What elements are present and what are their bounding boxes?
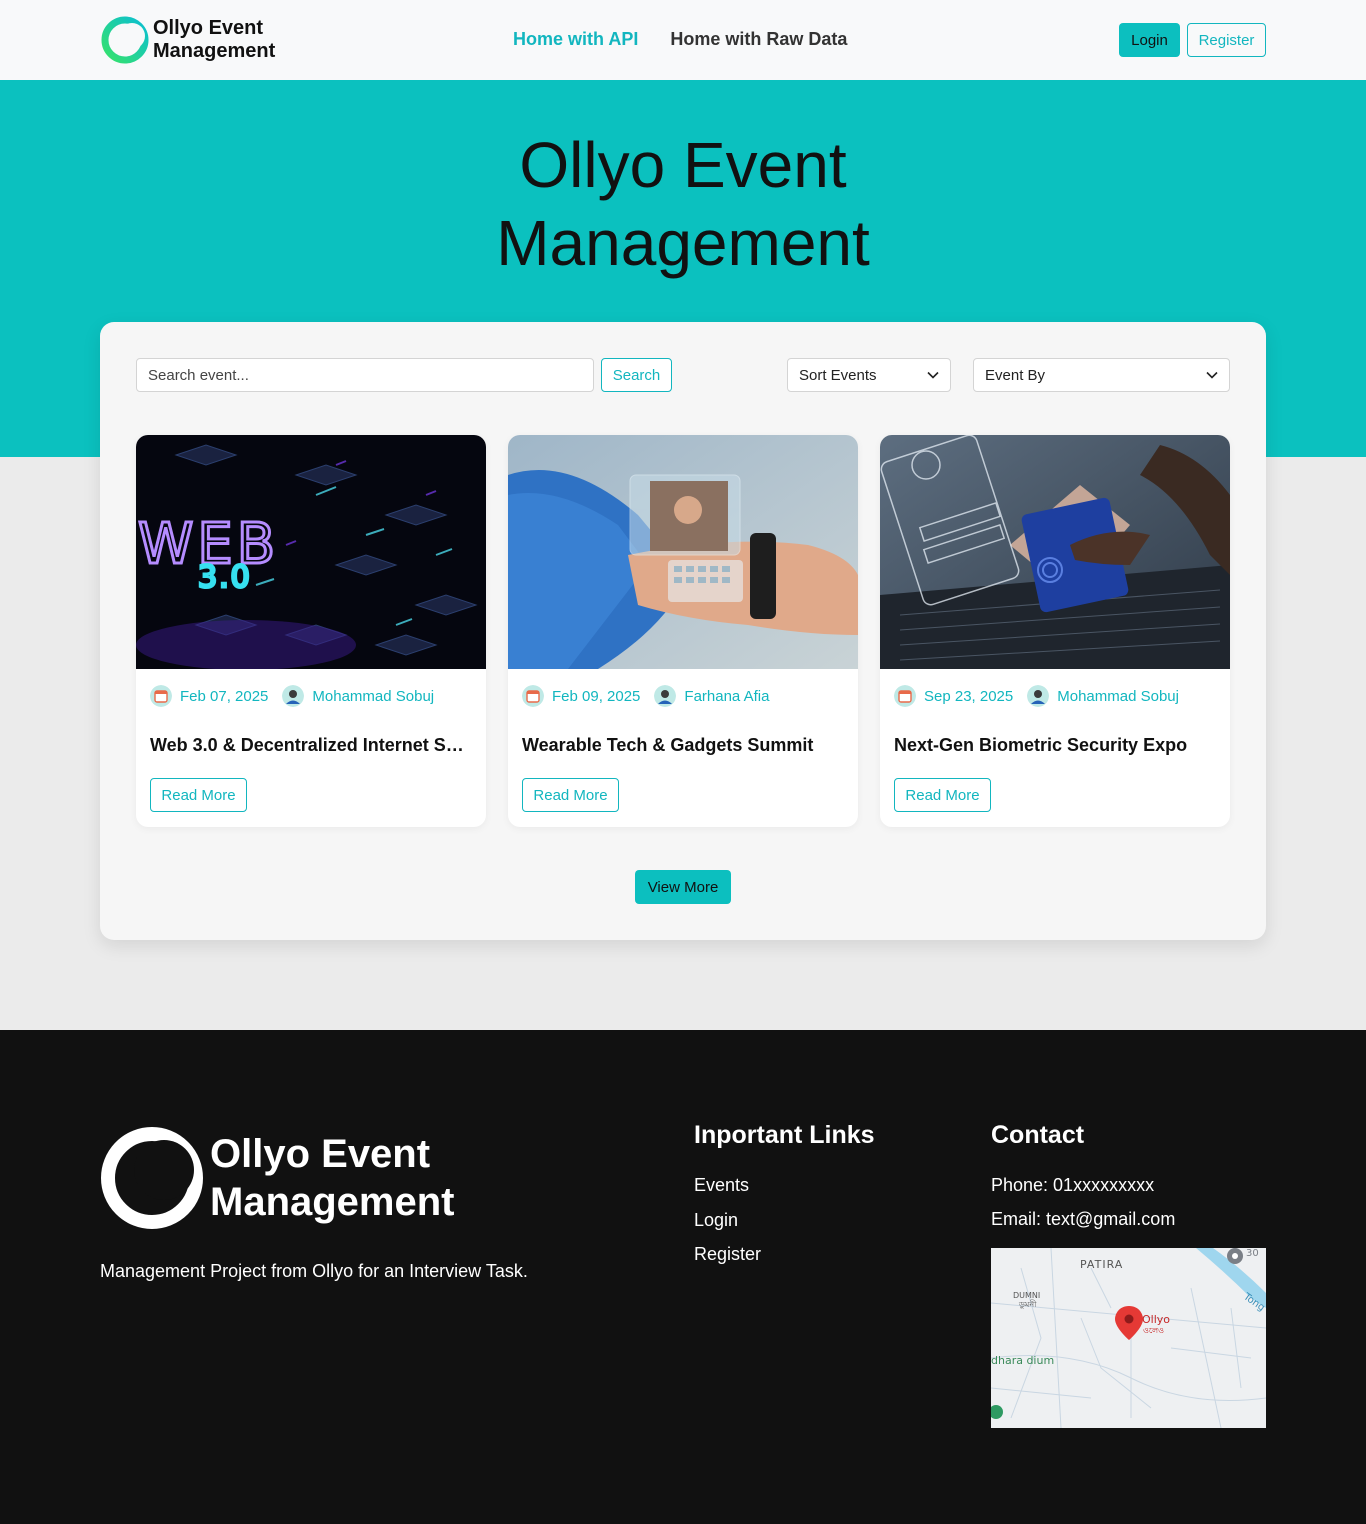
footer-brand-logo[interactable]: Ollyo Event Management: [100, 1126, 455, 1230]
contact-phone: Phone: 01xxxxxxxxx: [991, 1175, 1155, 1195]
brand-line1: Ollyo Event: [153, 17, 264, 39]
calendar-icon: [150, 685, 172, 707]
event-title: Next-Gen Biometric Security Expo: [894, 735, 1188, 755]
event-title: Web 3.0 & Decentralized Internet Summit: [150, 735, 472, 755]
avatar-icon: [1027, 685, 1050, 707]
map-road-number: 30: [1246, 1248, 1259, 1259]
event-author: Mohammad Sobuj: [1057, 687, 1179, 705]
login-button[interactable]: Login: [1119, 23, 1180, 57]
event-meta: Feb 07, 2025 Mohammad Sobuj: [150, 685, 434, 707]
event-card: Sep 23, 2025 Mohammad Sobuj Next-Gen Bio…: [880, 435, 1230, 827]
event-by-value: Event By: [985, 366, 1046, 384]
event-date: Feb 07, 2025: [180, 687, 269, 705]
view-more-button[interactable]: View More: [635, 870, 731, 904]
calendar-icon: [894, 685, 916, 707]
sort-events-select[interactable]: Sort Events: [787, 358, 951, 392]
event-author: Mohammad Sobuj: [312, 687, 435, 705]
footer-link-events[interactable]: Events: [694, 1175, 749, 1195]
hero-title: Ollyo Event Management: [0, 126, 1366, 282]
footer-contact: Phone: 01xxxxxxxxx Email: text@gmail.com: [991, 1175, 1175, 1243]
footer-brand-line1: Ollyo Event: [210, 1132, 431, 1176]
nav-home-api[interactable]: Home with API: [513, 29, 638, 50]
search-input[interactable]: [136, 358, 594, 392]
read-more-button[interactable]: Read More: [150, 778, 247, 812]
sort-events-value: Sort Events: [799, 366, 877, 384]
footer-contact-heading: Contact: [991, 1121, 1085, 1149]
map-area-dumni-bn: ডুমনী: [1018, 1299, 1037, 1309]
event-date: Feb 09, 2025: [552, 687, 641, 705]
calendar-icon: [522, 685, 544, 707]
avatar-icon: [282, 685, 305, 707]
footer-links-heading: Inportant Links: [694, 1121, 875, 1149]
event-image-biometric: [880, 435, 1230, 669]
map-area-patira: PATIRA: [1080, 1258, 1123, 1271]
event-author: Farhana Afia: [684, 687, 770, 705]
events-panel: Search Sort Events Event By: [100, 322, 1266, 940]
navbar: Ollyo Event Management Home with API Hom…: [0, 0, 1366, 80]
event-meta: Sep 23, 2025 Mohammad Sobuj: [894, 685, 1179, 707]
footer-brand-line2: Management: [210, 1180, 455, 1224]
map-marker-label: Ollyo: [1142, 1313, 1170, 1326]
map-stadium-label: dhara dium: [991, 1354, 1054, 1367]
read-more-button[interactable]: Read More: [894, 778, 991, 812]
brand-line2: Management: [153, 40, 276, 62]
map-area-dumni: DUMNI: [1013, 1291, 1040, 1300]
event-title: Wearable Tech & Gadgets Summit: [522, 735, 814, 755]
map-marker-label-bn: ওলেও: [1143, 1326, 1164, 1335]
chevron-down-icon: [1206, 371, 1218, 379]
avatar-icon: [654, 685, 677, 707]
footer-links: Events Login Register: [694, 1175, 761, 1279]
location-map[interactable]: 30 Tong PATIRA DUMNI ডুমনী dhara dium Ol…: [991, 1248, 1266, 1428]
hero-title-line1: Ollyo Event: [519, 129, 847, 201]
footer-link-register[interactable]: Register: [694, 1244, 761, 1264]
contact-email: Email: text@gmail.com: [991, 1209, 1176, 1229]
footer: Ollyo Event Management Management Projec…: [0, 1030, 1366, 1524]
chevron-down-icon: [927, 371, 939, 379]
read-more-button[interactable]: Read More: [522, 778, 619, 812]
event-card: WEB 3.0 Feb 07, 2025 Mohammad Sobuj Web …: [136, 435, 486, 827]
nav-home-raw[interactable]: Home with Raw Data: [670, 29, 847, 50]
event-meta: Feb 09, 2025 Farhana Afia: [522, 685, 769, 707]
hero-title-line2: Management: [496, 207, 870, 279]
event-card: Feb 09, 2025 Farhana Afia Wearable Tech …: [508, 435, 858, 827]
register-button[interactable]: Register: [1187, 23, 1266, 57]
logo-ring-icon: [101, 16, 149, 64]
event-image-web3: WEB 3.0: [136, 435, 486, 669]
footer-link-login[interactable]: Login: [694, 1210, 738, 1230]
event-by-select[interactable]: Event By: [973, 358, 1230, 392]
main-nav: Home with API Home with Raw Data: [513, 29, 847, 50]
event-date: Sep 23, 2025: [924, 687, 1014, 705]
logo-ring-icon: [101, 1127, 203, 1229]
brand-logo[interactable]: Ollyo Event Management: [100, 14, 275, 66]
search-button[interactable]: Search: [601, 358, 672, 392]
event-image-wearable: [508, 435, 858, 669]
footer-description: Management Project from Ollyo for an Int…: [100, 1261, 528, 1281]
web3-neon-version: 3.0: [198, 560, 252, 595]
